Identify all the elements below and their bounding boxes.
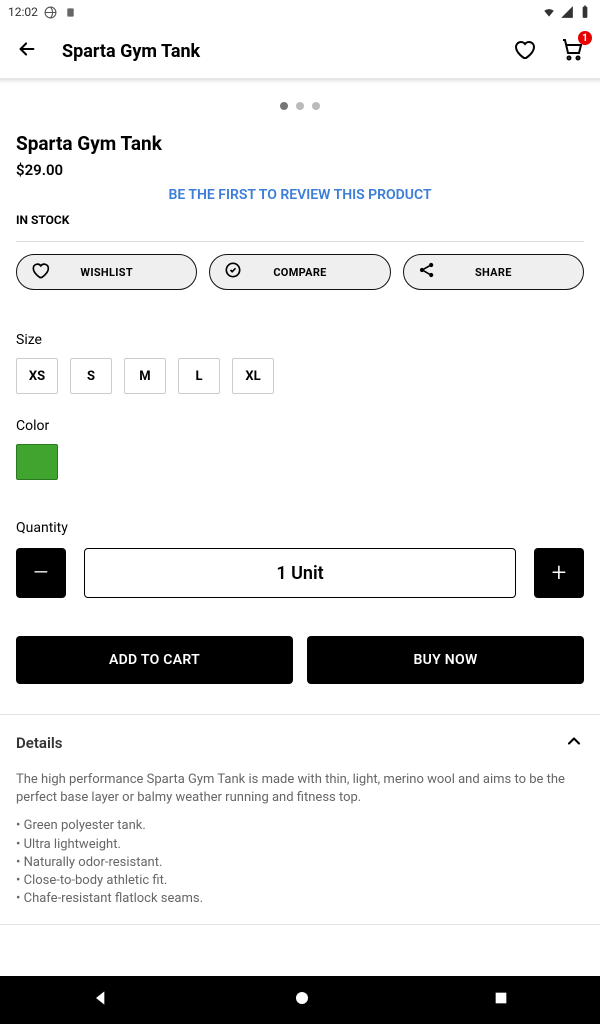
color-swatch-green[interactable] (16, 444, 58, 480)
details-title: Details (16, 734, 62, 752)
page-title: Sparta Gym Tank (62, 41, 512, 62)
signal-icon (560, 5, 574, 19)
sd-icon (64, 5, 78, 19)
quantity-label: Quantity (16, 520, 584, 536)
wishlist-label: WISHLIST (80, 266, 133, 279)
nav-home-icon[interactable] (293, 989, 311, 1011)
cart-button[interactable]: 1 (560, 37, 584, 65)
chevron-up-icon (564, 731, 584, 755)
details-bullet: • Chafe-resistant flatlock seams. (16, 890, 584, 908)
details-header[interactable]: Details (0, 715, 600, 771)
size-label: Size (16, 332, 584, 348)
quantity-decrease-button[interactable]: – (16, 548, 66, 598)
details-bullet: • Green polyester tank. (16, 817, 584, 835)
compare-icon (223, 260, 243, 284)
statusbar-time: 12:02 (8, 5, 38, 19)
system-navbar (0, 976, 600, 1024)
color-label: Color (16, 418, 584, 434)
nav-back-icon[interactable] (91, 988, 111, 1012)
battery-icon (578, 5, 592, 19)
size-option-l[interactable]: L (178, 358, 220, 394)
wishlist-icon[interactable] (512, 37, 536, 65)
carousel-dot-3[interactable] (312, 102, 320, 110)
appbar: Sparta Gym Tank 1 (0, 24, 600, 80)
size-option-xl[interactable]: XL (232, 358, 274, 394)
stock-status: IN STOCK (16, 213, 584, 227)
details-bullet: • Ultra lightweight. (16, 836, 584, 854)
heart-icon (30, 260, 50, 284)
wifi-icon (542, 5, 556, 19)
quantity-increase-button[interactable]: + (534, 548, 584, 598)
quantity-display: 1 Unit (84, 548, 516, 598)
details-accordion: Details The high performance Sparta Gym … (0, 714, 600, 925)
size-option-m[interactable]: M (124, 358, 166, 394)
buy-now-button[interactable]: BUY NOW (307, 636, 584, 684)
size-options: XS S M L XL (16, 358, 584, 394)
share-label: SHARE (475, 266, 512, 279)
cart-badge: 1 (578, 31, 592, 45)
carousel-dot-1[interactable] (280, 102, 288, 110)
nav-recent-icon[interactable] (493, 990, 509, 1010)
back-icon[interactable] (16, 38, 38, 64)
globe-icon (44, 5, 58, 19)
compare-label: COMPARE (273, 266, 326, 279)
divider (16, 241, 584, 242)
statusbar: 12:02 (0, 0, 600, 24)
details-bullet: • Close-to-body athletic fit. (16, 872, 584, 890)
details-bullet: • Naturally odor-resistant. (16, 854, 584, 872)
product-price: $29.00 (16, 161, 584, 179)
review-link[interactable]: BE THE FIRST TO REVIEW THIS PRODUCT (16, 187, 584, 203)
carousel-dots (0, 84, 600, 118)
details-description: The high performance Sparta Gym Tank is … (16, 771, 584, 807)
carousel-dot-2[interactable] (296, 102, 304, 110)
size-option-s[interactable]: S (70, 358, 112, 394)
product-title: Sparta Gym Tank (16, 132, 584, 155)
add-to-cart-button[interactable]: ADD TO CART (16, 636, 293, 684)
share-icon (417, 260, 437, 284)
size-option-xs[interactable]: XS (16, 358, 58, 394)
